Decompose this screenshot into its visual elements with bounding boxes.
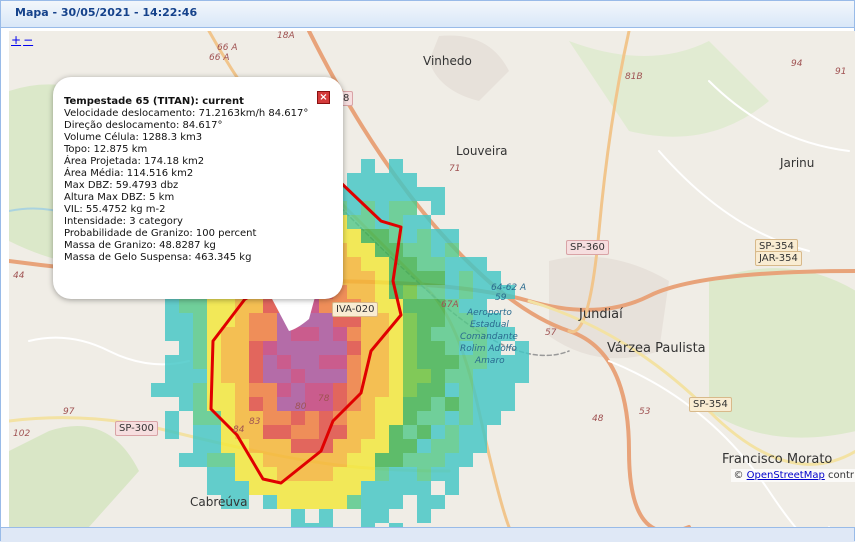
popup-line: Topo: 12.875 km: [64, 144, 148, 155]
map-panel: Mapa - 30/05/2021 - 14:22:46 + − Vinhedo…: [0, 0, 855, 542]
popup-line: Direção deslocamento: 84.617°: [64, 120, 223, 131]
popup-line: Probabilidade de Granizo: 100 percent: [64, 228, 257, 239]
storm-info-popup: × Tempestade 65 (TITAN): current Velocid…: [53, 77, 343, 299]
popup-line: VIL: 55.4752 kg m-2: [64, 204, 166, 215]
popup-line: Massa de Gelo Suspensa: 463.345 kg: [64, 252, 252, 263]
panel-title: Mapa - 30/05/2021 - 14:22:46: [15, 6, 198, 19]
panel-footer: [1, 527, 854, 542]
popup-line: Intensidade: 3 category: [64, 216, 183, 227]
popup-line: Velocidade deslocamento: 71.2163km/h 84.…: [64, 108, 309, 119]
popup-line: Volume Célula: 1288.3 km3: [64, 132, 203, 143]
popup-line: Altura Max DBZ: 5 km: [64, 192, 175, 203]
popup-line: Massa de Granizo: 48.8287 kg: [64, 240, 216, 251]
popup-content: Tempestade 65 (TITAN): current Velocidad…: [64, 96, 308, 264]
popup-line: Área Média: 114.516 km2: [64, 168, 194, 179]
panel-header: Mapa - 30/05/2021 - 14:22:46: [1, 1, 854, 28]
popup-line: Max DBZ: 59.4793 dbz: [64, 180, 179, 191]
popup-close-button[interactable]: ×: [317, 91, 330, 104]
popup-title: Tempestade 65 (TITAN): current: [64, 96, 244, 107]
popup-line: Área Projetada: 174.18 km2: [64, 156, 205, 167]
map-viewport[interactable]: + − Vinhedo Louveira Jarinu Jundiaí Várz…: [9, 31, 855, 527]
close-icon: ×: [319, 92, 328, 103]
